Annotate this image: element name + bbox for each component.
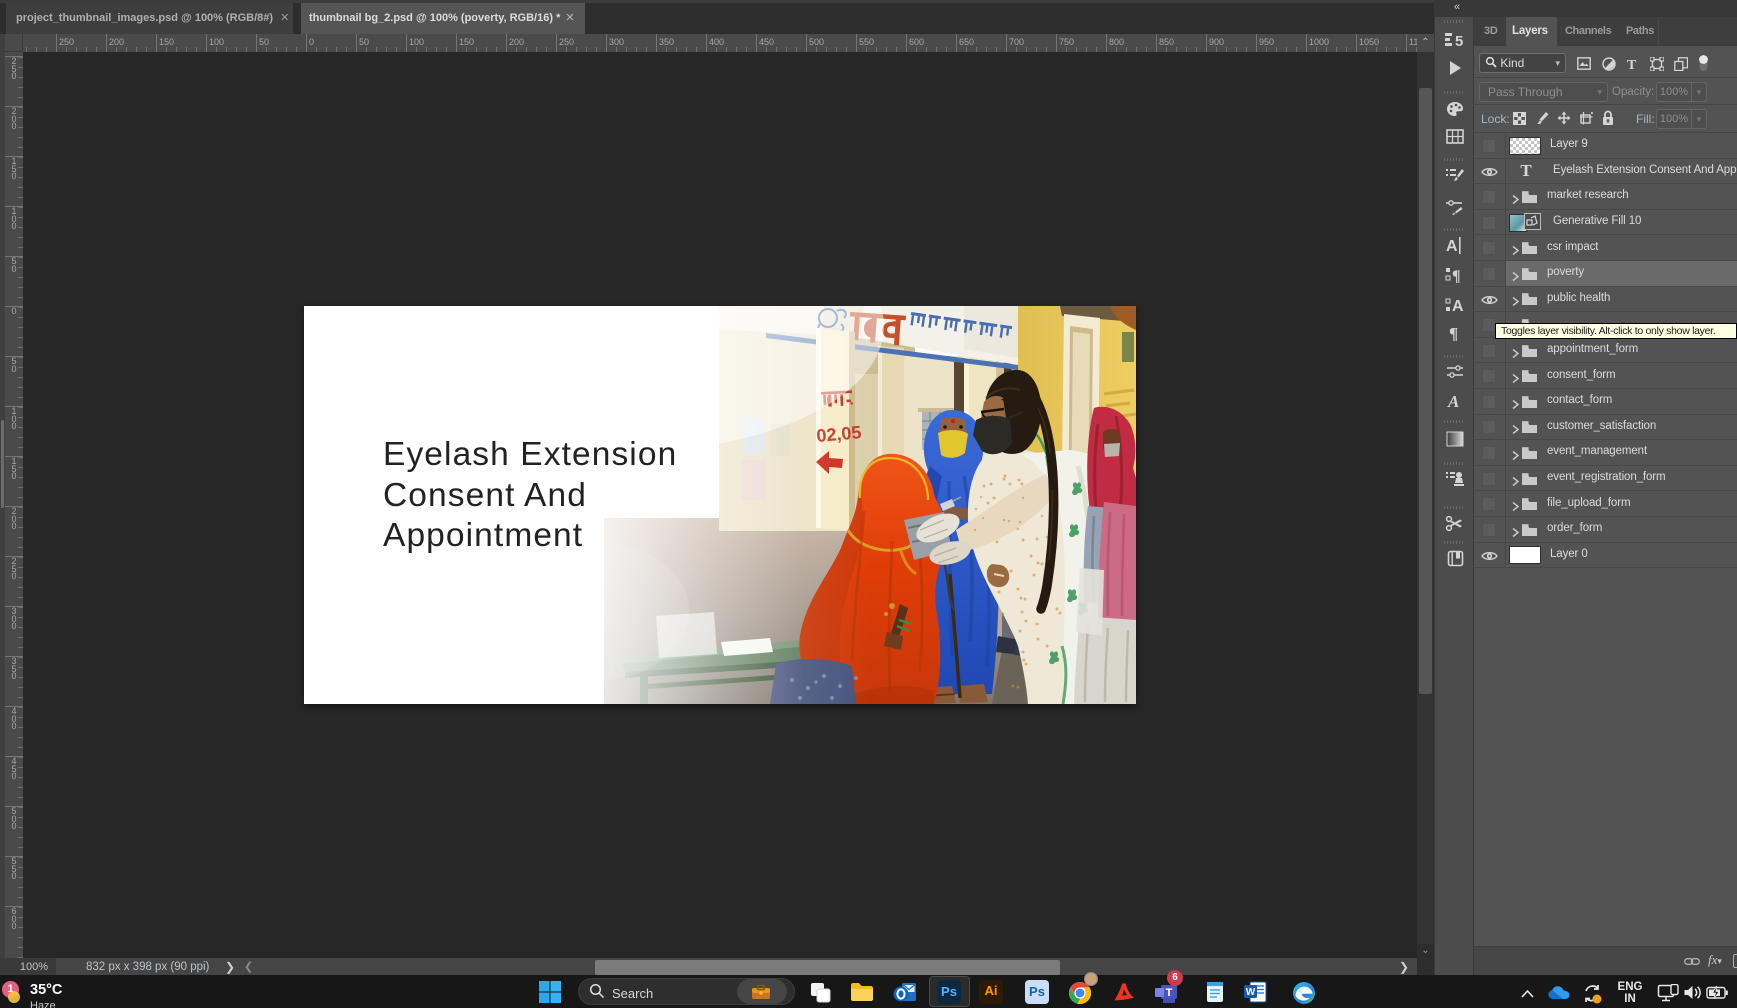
svg-text:W: W [1246,987,1256,998]
svg-text:A: A [1452,298,1464,313]
svg-text:5: 5 [1455,33,1463,48]
svg-text:T: T [1627,58,1637,70]
svg-text:¶: ¶ [1449,324,1458,341]
svg-text:T: T [1166,987,1173,999]
svg-text:A: A [1447,392,1459,409]
svg-text:¶: ¶ [1452,268,1461,283]
svg-text:A: A [1446,238,1458,254]
